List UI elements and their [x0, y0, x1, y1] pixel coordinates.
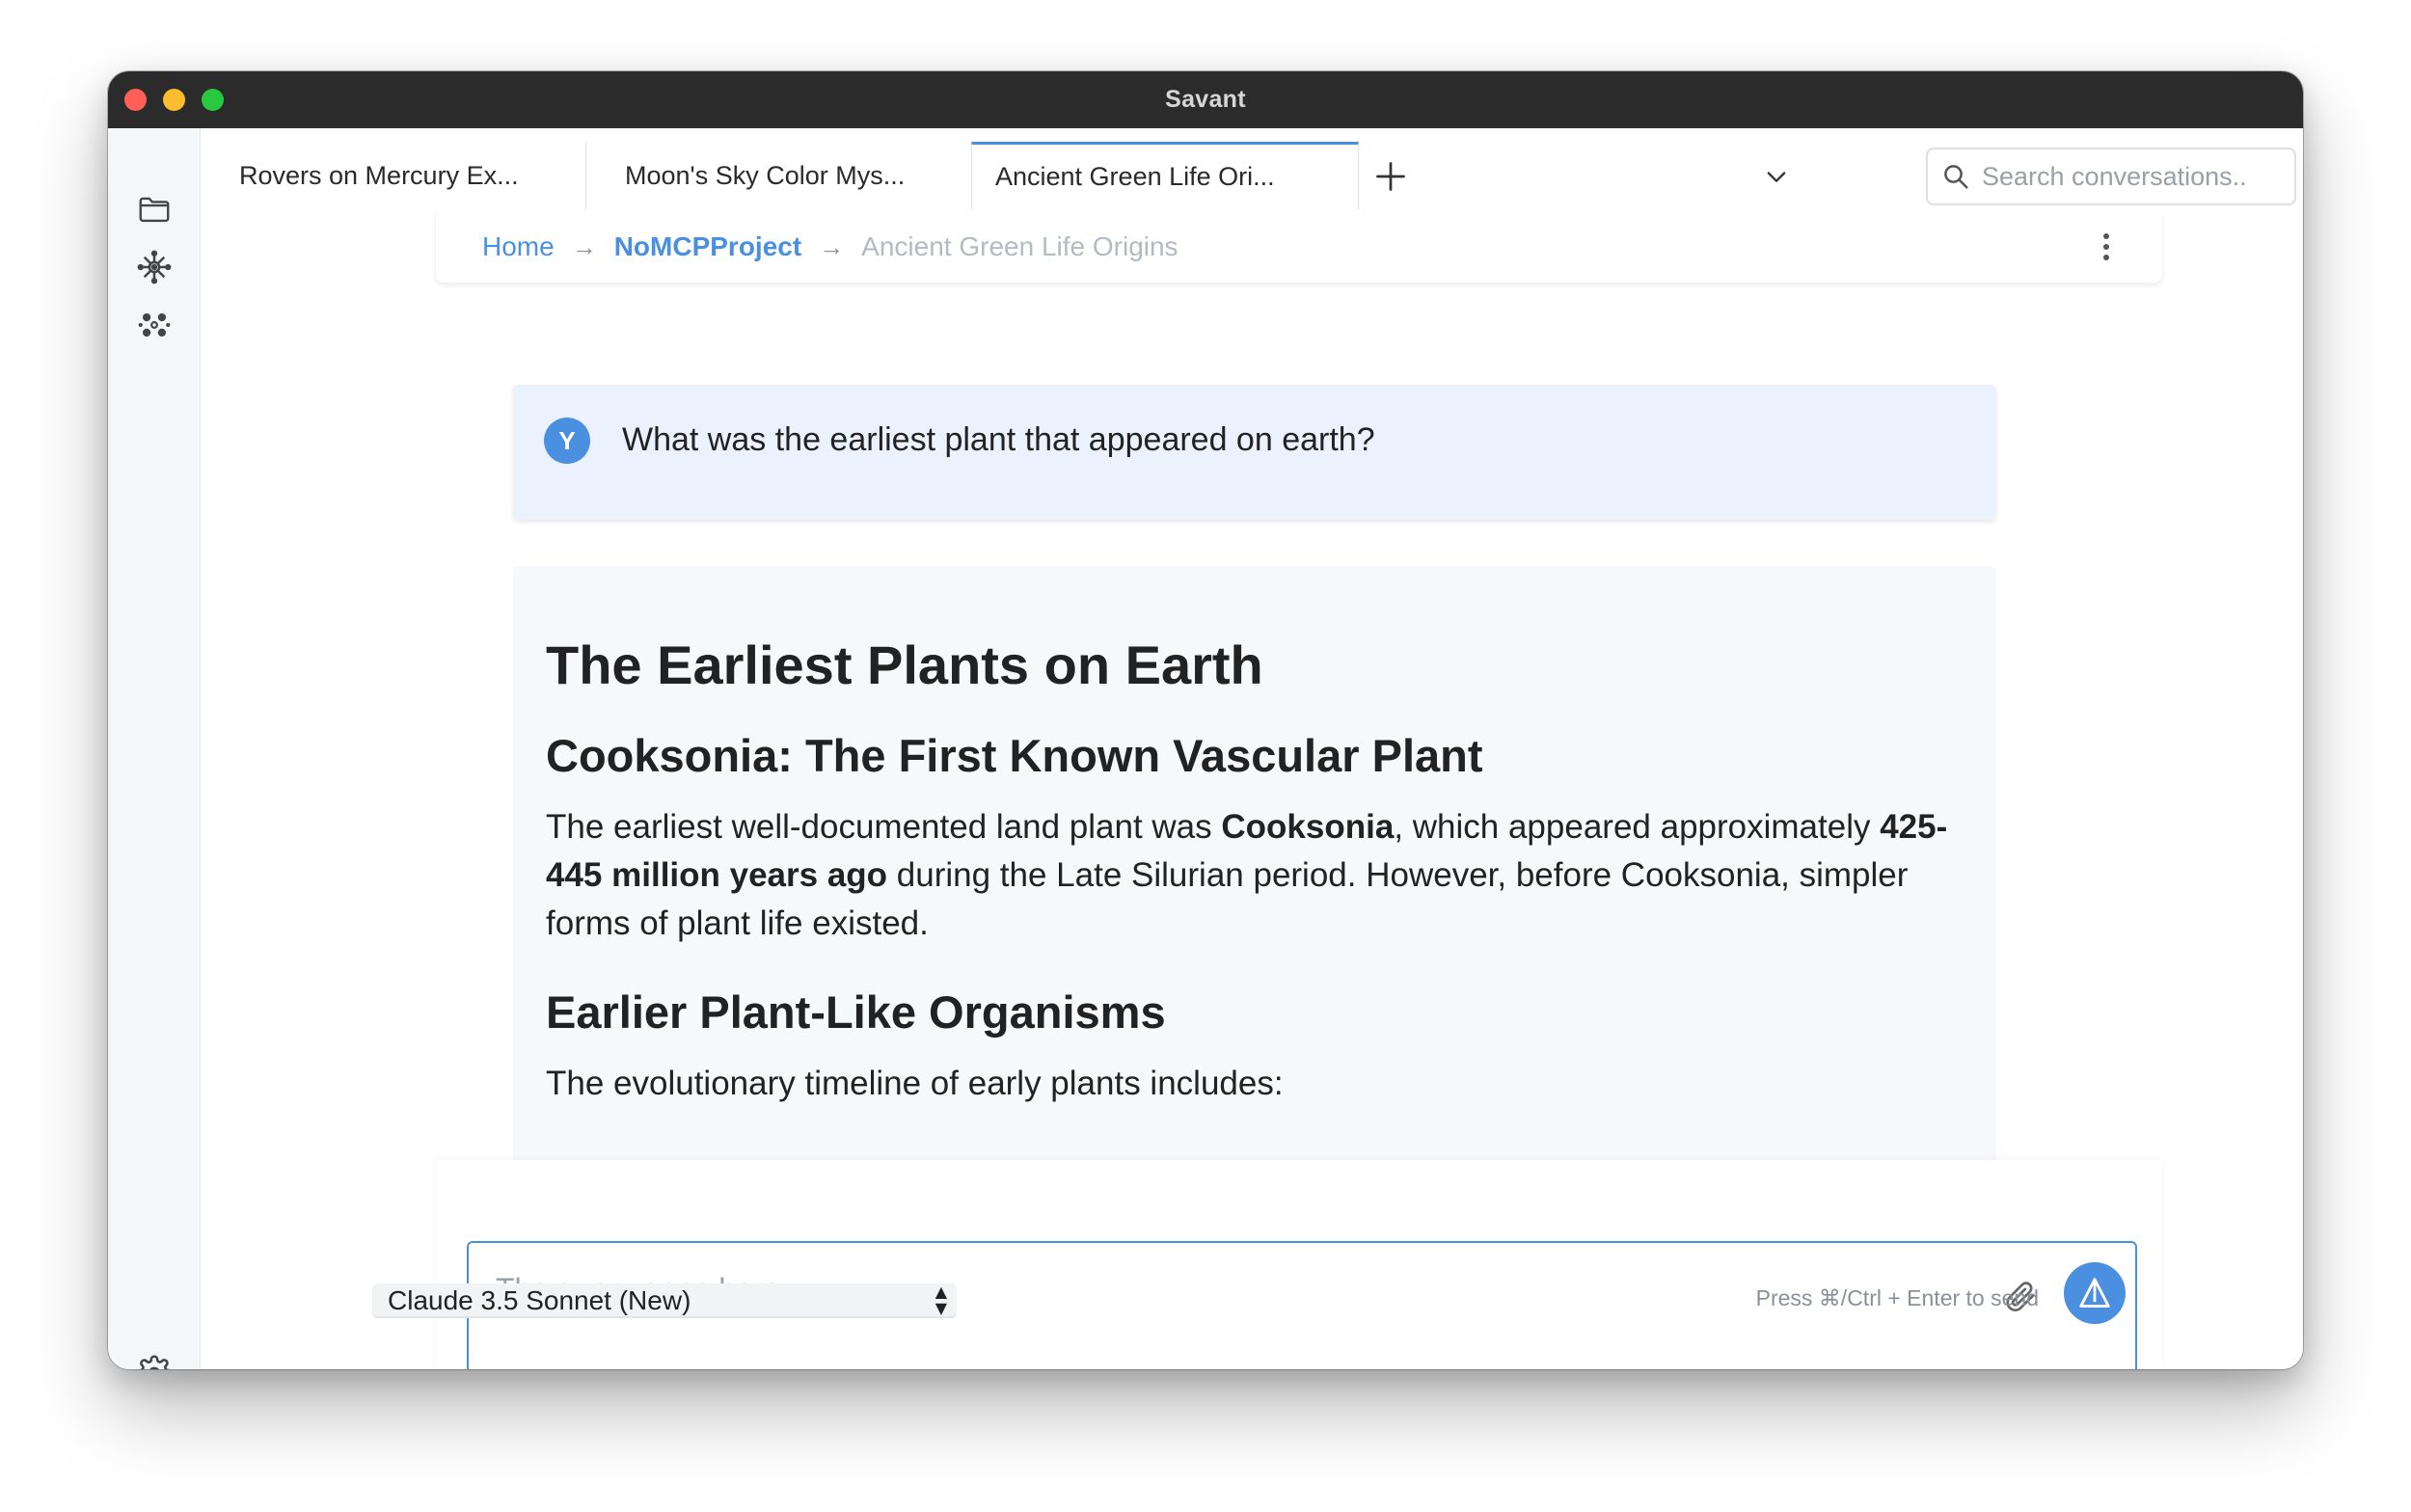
send-button[interactable] — [2064, 1262, 2126, 1324]
send-hint: Press ⌘/Ctrl + Enter to send — [1755, 1285, 2039, 1310]
section-heading-earlier-organisms: Earlier Plant-Like Organisms — [546, 986, 1166, 1038]
breadcrumb-current: Ancient Green Life Origins — [861, 231, 1178, 261]
arrow-right-icon: → — [571, 231, 597, 261]
search-icon — [1944, 165, 1968, 189]
tab-ancient-green-life[interactable]: Ancient Green Life Ori... — [971, 142, 1359, 209]
sidebar — [108, 128, 201, 1369]
network-icon[interactable] — [135, 248, 174, 286]
kebab-dot — [2103, 255, 2109, 260]
tab-rovers-on-mercury[interactable]: Rovers on Mercury Ex... — [201, 142, 586, 209]
tabs-dropdown-button[interactable] — [1757, 157, 1796, 196]
kebab-dot — [2103, 244, 2109, 250]
app-window: Savant Rovers on Mercury Ex... Moon's Sk… — [108, 71, 2303, 1369]
folder-icon[interactable] — [135, 190, 174, 229]
close-window-button[interactable] — [124, 89, 147, 111]
response-heading: The Earliest Plants on Earth — [546, 634, 1263, 695]
title-bar: Savant — [108, 71, 2303, 128]
search-input[interactable] — [1982, 161, 2271, 192]
response-paragraph-timeline: The evolutionary timeline of early plant… — [546, 1064, 1284, 1102]
maximize-window-button[interactable] — [202, 89, 224, 111]
breadcrumb: Home → NoMCPProject → Ancient Green Life… — [436, 211, 2162, 283]
cluster-icon[interactable] — [135, 306, 174, 344]
plus-icon — [1376, 162, 1405, 191]
avatar: Y — [544, 418, 590, 464]
user-message: Y What was the earliest plant that appea… — [513, 385, 1996, 520]
search-box — [1926, 148, 2296, 205]
model-select-value[interactable]: Claude 3.5 Sonnet (New) — [388, 1285, 691, 1316]
response-paragraph: The earliest well-documented land plant … — [546, 807, 1948, 942]
new-tab-button[interactable] — [1364, 149, 1418, 203]
gear-icon[interactable] — [135, 1354, 174, 1369]
window-title: Savant — [1165, 86, 1246, 113]
breadcrumb-project[interactable]: NoMCPProject — [614, 231, 801, 262]
chevron-down-icon — [1767, 172, 1786, 182]
tab-bar: Rovers on Mercury Ex... Moon's Sky Color… — [201, 128, 2303, 209]
breadcrumb-home[interactable]: Home — [482, 231, 555, 262]
kebab-dot — [2103, 233, 2109, 239]
send-icon — [2079, 1278, 2110, 1308]
section-heading-cooksonia: Cooksonia: The First Known Vascular Plan… — [546, 729, 1483, 781]
assistant-message: The Earliest Plants on Earth Cooksonia: … — [513, 566, 1996, 1202]
select-arrows-icon: ▲ ▼ — [935, 1282, 947, 1317]
main-content: Rovers on Mercury Ex... Moon's Sky Color… — [201, 128, 2303, 1369]
user-message-text: What was the earliest plant that appeare… — [622, 421, 1375, 458]
composer-panel — [436, 1160, 2162, 1369]
minimize-window-button[interactable] — [163, 89, 185, 111]
more-options-button[interactable] — [2097, 228, 2116, 266]
window-controls — [124, 89, 224, 111]
tab-moons-sky-color[interactable]: Moon's Sky Color Mys... — [586, 142, 972, 209]
arrow-right-icon: → — [819, 231, 845, 261]
model-select-wrap: Claude 3.5 Sonnet (New) ▲ ▼ — [372, 1283, 957, 1318]
